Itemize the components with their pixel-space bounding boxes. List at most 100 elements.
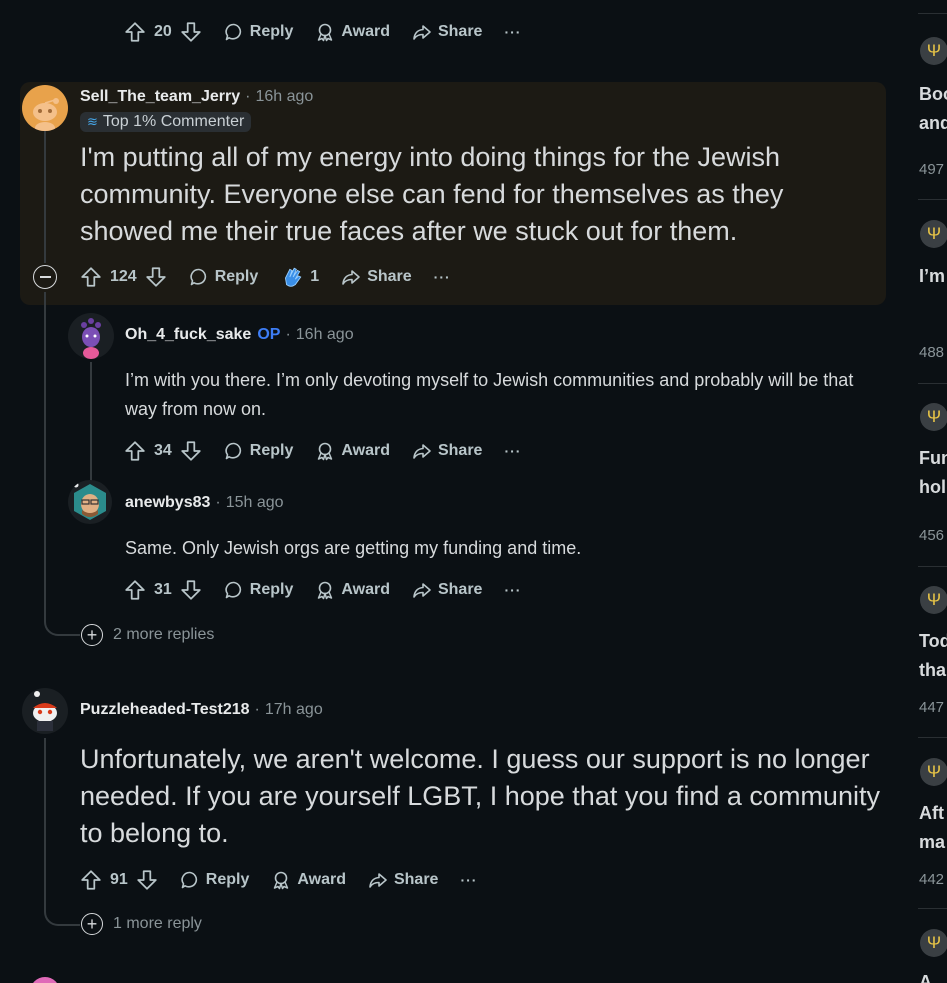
award-button[interactable]: Award: [315, 580, 390, 600]
reply-button[interactable]: Reply: [224, 441, 293, 461]
downvote-icon[interactable]: [180, 440, 202, 462]
comment-meta: Oh_4_fuck_sake OP · 16h ago: [125, 326, 354, 344]
plus-icon: +: [81, 624, 103, 646]
top-commenter-badge[interactable]: ≋ Top 1% Commenter: [80, 112, 252, 132]
sidebar-post-title[interactable]: Fun hol: [919, 444, 947, 502]
share-button[interactable]: Share: [341, 267, 412, 287]
share-button[interactable]: Share: [412, 441, 482, 461]
clapping-hands-icon: [285, 267, 302, 287]
reply-icon: [180, 870, 200, 890]
award-icon: [315, 580, 335, 600]
timestamp[interactable]: 17h ago: [265, 701, 323, 719]
comment-meta: Puzzleheaded-Test218 · 17h ago: [80, 701, 323, 719]
avatar[interactable]: [68, 480, 112, 524]
share-icon: [412, 580, 432, 600]
sidebar-post-stats: 456: [919, 527, 945, 544]
badge-icon: ≋: [87, 114, 98, 129]
share-label: Share: [437, 442, 483, 459]
reply-button[interactable]: Reply: [224, 22, 293, 42]
award-icon: [315, 22, 335, 42]
plus-icon: +: [81, 913, 103, 935]
minus-icon: [39, 276, 51, 278]
thread-line: [90, 362, 92, 494]
share-label: Share: [367, 268, 412, 285]
sidebar-divider: [918, 383, 947, 384]
menorah-icon: Ψ: [920, 403, 947, 431]
award-label: Award: [341, 442, 390, 459]
separator-dot: ·: [285, 326, 291, 343]
upvote-icon[interactable]: [124, 21, 146, 43]
award-icon: [315, 441, 335, 461]
reply-label: Reply: [214, 268, 259, 285]
comment-body: I’m with you there. I’m only devoting my…: [125, 370, 854, 419]
vote-count: 20: [154, 23, 172, 40]
sidebar-post-stats: 497: [919, 161, 945, 178]
collapse-thread-button[interactable]: [33, 265, 57, 289]
vote-count: 91: [110, 871, 128, 888]
username[interactable]: Sell_The_team_Jerry: [80, 88, 240, 106]
award-button[interactable]: 1: [280, 265, 319, 289]
sidebar-post-title[interactable]: A: [919, 968, 932, 983]
sidebar-divider: [918, 737, 947, 738]
avatar[interactable]: [30, 977, 60, 983]
sidebar-post-title[interactable]: Booand: [919, 80, 947, 138]
downvote-icon[interactable]: [180, 579, 202, 601]
comment-actions-top: 20 Reply Award Share ···: [124, 18, 521, 46]
sidebar-post-title[interactable]: Aft ma: [919, 799, 945, 857]
sidebar-divider: [918, 13, 947, 14]
reply-icon: [224, 441, 244, 461]
share-icon: [412, 441, 432, 461]
award-button[interactable]: Award: [315, 441, 390, 461]
sidebar-divider: [918, 908, 947, 909]
more-options-button[interactable]: ···: [460, 872, 477, 888]
upvote-icon[interactable]: [80, 266, 102, 288]
reply-button[interactable]: Reply: [189, 267, 259, 287]
thread-line: [44, 738, 46, 898]
separator-dot: ·: [245, 88, 251, 105]
award-label: Award: [341, 23, 390, 40]
sidebar-post-title[interactable]: I’m: [919, 262, 945, 291]
share-button[interactable]: Share: [412, 580, 482, 600]
more-options-button[interactable]: ···: [504, 582, 521, 598]
award-button[interactable]: Award: [271, 870, 346, 890]
comment-body: Same. Only Jewish orgs are getting my fu…: [125, 538, 582, 558]
avatar[interactable]: [22, 688, 68, 734]
avatar[interactable]: [22, 85, 68, 131]
share-icon: [341, 267, 361, 287]
downvote-icon[interactable]: [180, 21, 202, 43]
award-label: Award: [297, 871, 346, 888]
share-button[interactable]: Share: [412, 22, 482, 42]
reply-button[interactable]: Reply: [180, 870, 249, 890]
timestamp[interactable]: 16h ago: [255, 88, 313, 106]
op-badge: OP: [257, 326, 281, 343]
upvote-icon[interactable]: [124, 579, 146, 601]
timestamp[interactable]: 16h ago: [296, 326, 354, 344]
vote-count: 31: [154, 581, 172, 598]
more-replies-label: 2 more replies: [113, 626, 215, 643]
comment-actions: 91 Reply Award Share ···: [80, 866, 477, 894]
share-button[interactable]: Share: [368, 870, 438, 890]
username[interactable]: Puzzleheaded-Test218: [80, 701, 250, 719]
comment-body: Unfortunately, we aren't welcome. I gues…: [80, 744, 880, 848]
more-replies-button[interactable]: + 2 more replies: [81, 624, 214, 646]
avatar[interactable]: [68, 313, 114, 359]
award-icon: [271, 870, 291, 890]
more-options-button[interactable]: ···: [434, 269, 451, 285]
downvote-icon[interactable]: [145, 266, 167, 288]
award-button[interactable]: Award: [315, 22, 390, 42]
upvote-icon[interactable]: [124, 440, 146, 462]
share-label: Share: [437, 23, 483, 40]
upvote-icon[interactable]: [80, 869, 102, 891]
sidebar-post-title[interactable]: Tod tha: [919, 627, 947, 685]
share-label: Share: [437, 581, 483, 598]
downvote-icon[interactable]: [136, 869, 158, 891]
username[interactable]: Oh_4_fuck_sake: [125, 326, 251, 344]
reply-button[interactable]: Reply: [224, 580, 293, 600]
more-options-button[interactable]: ···: [504, 24, 521, 40]
comment-actions: 34 Reply Award Share ···: [124, 437, 521, 465]
timestamp[interactable]: 15h ago: [226, 494, 284, 512]
more-options-button[interactable]: ···: [504, 443, 521, 459]
more-replies-button[interactable]: + 1 more reply: [81, 913, 202, 935]
share-label: Share: [393, 871, 439, 888]
username[interactable]: anewbys83: [125, 494, 210, 512]
